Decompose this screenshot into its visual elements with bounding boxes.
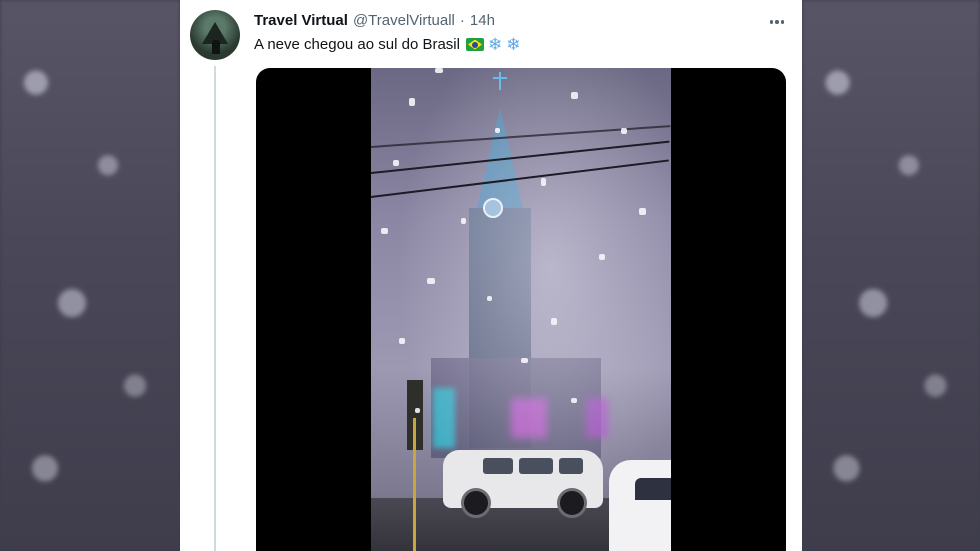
snowflake (435, 68, 443, 73)
blurred-backdrop-left (0, 0, 180, 551)
more-options-button[interactable] (766, 12, 788, 32)
snowflake-icon: ❄ (506, 35, 521, 54)
snowflake (415, 408, 420, 413)
snowflake (639, 208, 646, 215)
car-window (559, 458, 583, 474)
snowflake (381, 228, 388, 234)
timestamp[interactable]: 14h (470, 12, 495, 29)
snowflake (599, 254, 605, 260)
tweet-text: A neve chegou ao sul do Brasil ❄ ❄ (254, 36, 520, 53)
snowflake (399, 338, 405, 344)
video-frame[interactable] (371, 68, 671, 551)
snowflake (571, 92, 578, 99)
snowflake (621, 128, 627, 134)
snowflake (409, 98, 415, 106)
snowflake (521, 358, 528, 363)
separator-dot: · (459, 12, 465, 29)
snowflake (461, 218, 466, 224)
avatar-figure (212, 40, 220, 54)
snowflake (393, 160, 399, 166)
more-dot-icon (769, 20, 774, 24)
tweet-text-content: A neve chegou ao sul do Brasil (254, 36, 460, 53)
tweet-card[interactable]: Travel Virtual @TravelVirtuall · 14h A n… (180, 0, 802, 551)
screenshot-stage: Travel Virtual @TravelVirtuall · 14h A n… (0, 0, 980, 551)
brazil-flag-icon (465, 38, 484, 51)
snowflake (551, 318, 557, 325)
tweet-media[interactable] (256, 68, 786, 551)
white-suv (443, 450, 603, 518)
car-wheel (557, 488, 587, 518)
display-name[interactable]: Travel Virtual (254, 12, 348, 29)
snowflake (487, 296, 492, 301)
snowflake (427, 278, 435, 284)
tweet-header: Travel Virtual @TravelVirtuall · 14h (254, 12, 495, 29)
user-handle[interactable]: @TravelVirtuall (353, 12, 455, 29)
sign-pole (413, 418, 416, 551)
snowflake-icon: ❄ (487, 35, 503, 54)
blurred-backdrop-right (802, 0, 980, 551)
car-window (519, 458, 553, 474)
snowflake (571, 398, 577, 403)
more-dot-icon (775, 20, 779, 24)
avatar[interactable] (190, 10, 240, 60)
car-window (635, 478, 671, 500)
car-wheel (461, 488, 491, 518)
thread-line (214, 66, 216, 551)
car-window (483, 458, 513, 474)
snowflake (541, 178, 546, 186)
white-car (609, 460, 671, 551)
more-dot-icon (780, 20, 785, 24)
snowflake (495, 128, 500, 133)
